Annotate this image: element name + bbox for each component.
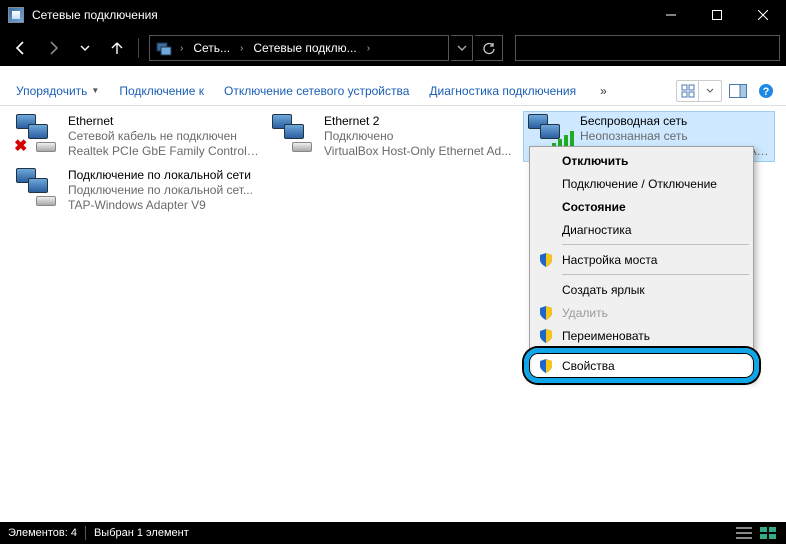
connection-name: Ethernet 2 (324, 114, 511, 129)
menu-item-label: Диагностика (562, 223, 632, 237)
connection-text: EthernetСетевой кабель не подключенRealt… (68, 114, 260, 159)
connection-status: Сетевой кабель не подключен (68, 129, 260, 144)
connection-name: Подключение по локальной сети (68, 168, 253, 183)
app-icon (8, 7, 24, 23)
diagnose-label: Диагностика подключения (429, 84, 576, 98)
context-menu: Отключить Подключение / Отключение Состоян… (529, 146, 754, 380)
network-adapter-icon (14, 168, 62, 208)
menu-item[interactable]: Отключить (532, 149, 751, 172)
view-mode-split-button[interactable] (676, 80, 722, 102)
search-input[interactable] (515, 35, 780, 61)
chevron-right-icon[interactable]: › (363, 43, 374, 54)
menu-item-label: Состояние (562, 200, 626, 214)
command-bar: Упорядочить ▼ Подключение к Отключение се… (0, 76, 786, 106)
menu-item[interactable]: Переименовать (532, 324, 751, 347)
help-button[interactable]: ? (754, 79, 778, 103)
menu-item-label: Настройка моста (562, 253, 657, 267)
connection-item[interactable]: EthernetСетевой кабель не подключенRealt… (12, 112, 262, 161)
location-icon (152, 36, 176, 60)
svg-text:?: ? (763, 86, 770, 98)
menu-item[interactable]: Состояние (532, 195, 751, 218)
menu-item[interactable]: Диагностика (532, 218, 751, 241)
connection-status: Подключено (324, 129, 511, 144)
close-button[interactable] (740, 0, 786, 30)
large-icons-view-button[interactable] (758, 525, 778, 541)
overflow-label: » (596, 84, 611, 98)
menu-item-label: Подключение / Отключение (562, 177, 717, 191)
minimize-button[interactable] (648, 0, 694, 30)
connection-name: Ethernet (68, 114, 260, 129)
menu-item-label: Создать ярлык (562, 283, 645, 297)
menu-item-label: Удалить (562, 306, 608, 320)
organize-label: Упорядочить (16, 84, 87, 98)
connection-text: Ethernet 2ПодключеноVirtualBox Host-Only… (324, 114, 511, 159)
disable-label: Отключение сетевого устройства (224, 84, 409, 98)
spacer (0, 66, 786, 76)
menu-separator (562, 244, 749, 245)
overflow-button[interactable]: » (588, 80, 619, 102)
connection-device: VirtualBox Host-Only Ethernet Ad... (324, 144, 511, 159)
connection-status: Подключение по локальной сет... (68, 183, 253, 198)
menu-item[interactable]: Свойства (532, 354, 751, 377)
diagnose-button[interactable]: Диагностика подключения (421, 80, 584, 102)
shield-icon (538, 305, 554, 321)
preview-pane-button[interactable] (726, 79, 750, 103)
recent-dropdown[interactable] (70, 34, 100, 62)
breadcrumb-seg-1[interactable]: Сеть... (187, 36, 236, 60)
chevron-right-icon[interactable]: › (176, 43, 187, 54)
menu-item[interactable]: Создать ярлык (532, 278, 751, 301)
status-bar: Элементов: 4 Выбран 1 элемент (0, 522, 786, 544)
connection-status: Неопознанная сеть (580, 129, 772, 144)
menu-item-label: Переименовать (562, 329, 650, 343)
chevron-down-icon: ▼ (91, 86, 99, 95)
details-view-button[interactable] (734, 525, 754, 541)
menu-item-label: Свойства (562, 359, 615, 373)
menu-item-label: Отключить (562, 154, 628, 168)
up-button[interactable] (102, 34, 132, 62)
menu-item[interactable]: Настройка моста (532, 248, 751, 271)
address-bar[interactable]: › Сеть... › Сетевые подклю... › (149, 35, 449, 61)
network-adapter-icon (14, 114, 62, 154)
separator (138, 38, 139, 58)
address-dropdown[interactable] (451, 35, 473, 61)
forward-button[interactable] (38, 34, 68, 62)
chevron-down-icon[interactable] (699, 81, 721, 101)
breadcrumb-seg-2[interactable]: Сетевые подклю... (247, 36, 362, 60)
separator (85, 526, 86, 540)
title-bar: Сетевые подключения (0, 0, 786, 30)
maximize-button[interactable] (694, 0, 740, 30)
network-adapter-icon (270, 114, 318, 154)
organize-menu[interactable]: Упорядочить ▼ (8, 80, 107, 102)
connect-to-button[interactable]: Подключение к (111, 80, 212, 102)
menu-separator (562, 274, 749, 275)
connection-item[interactable]: Подключение по локальной сетиПодключение… (12, 166, 262, 215)
menu-separator (562, 350, 749, 351)
view-icon[interactable] (677, 81, 699, 101)
disable-device-button[interactable]: Отключение сетевого устройства (216, 80, 417, 102)
connections-view[interactable]: EthernetСетевой кабель не подключенRealt… (0, 106, 786, 522)
selection-count: Выбран 1 элемент (94, 527, 189, 539)
navigation-bar: › Сеть... › Сетевые подклю... › (0, 30, 786, 66)
menu-item[interactable]: Подключение / Отключение (532, 172, 751, 195)
connection-device: Realtek PCIe GbE Family Controller (68, 144, 260, 159)
connect-label: Подключение к (119, 84, 204, 98)
connection-item[interactable]: Ethernet 2ПодключеноVirtualBox Host-Only… (268, 112, 518, 161)
connection-text: Подключение по локальной сетиПодключение… (68, 168, 253, 213)
back-button[interactable] (6, 34, 36, 62)
highlight-ring (524, 348, 759, 383)
window-title: Сетевые подключения (32, 8, 648, 22)
connection-device: TAP-Windows Adapter V9 (68, 198, 253, 213)
shield-icon (538, 252, 554, 268)
connection-name: Беспроводная сеть (580, 114, 772, 129)
menu-item: Удалить (532, 301, 751, 324)
refresh-button[interactable] (475, 35, 503, 61)
chevron-right-icon[interactable]: › (236, 43, 247, 54)
item-count: Элементов: 4 (8, 527, 77, 539)
shield-icon (538, 358, 554, 374)
shield-icon (538, 328, 554, 344)
